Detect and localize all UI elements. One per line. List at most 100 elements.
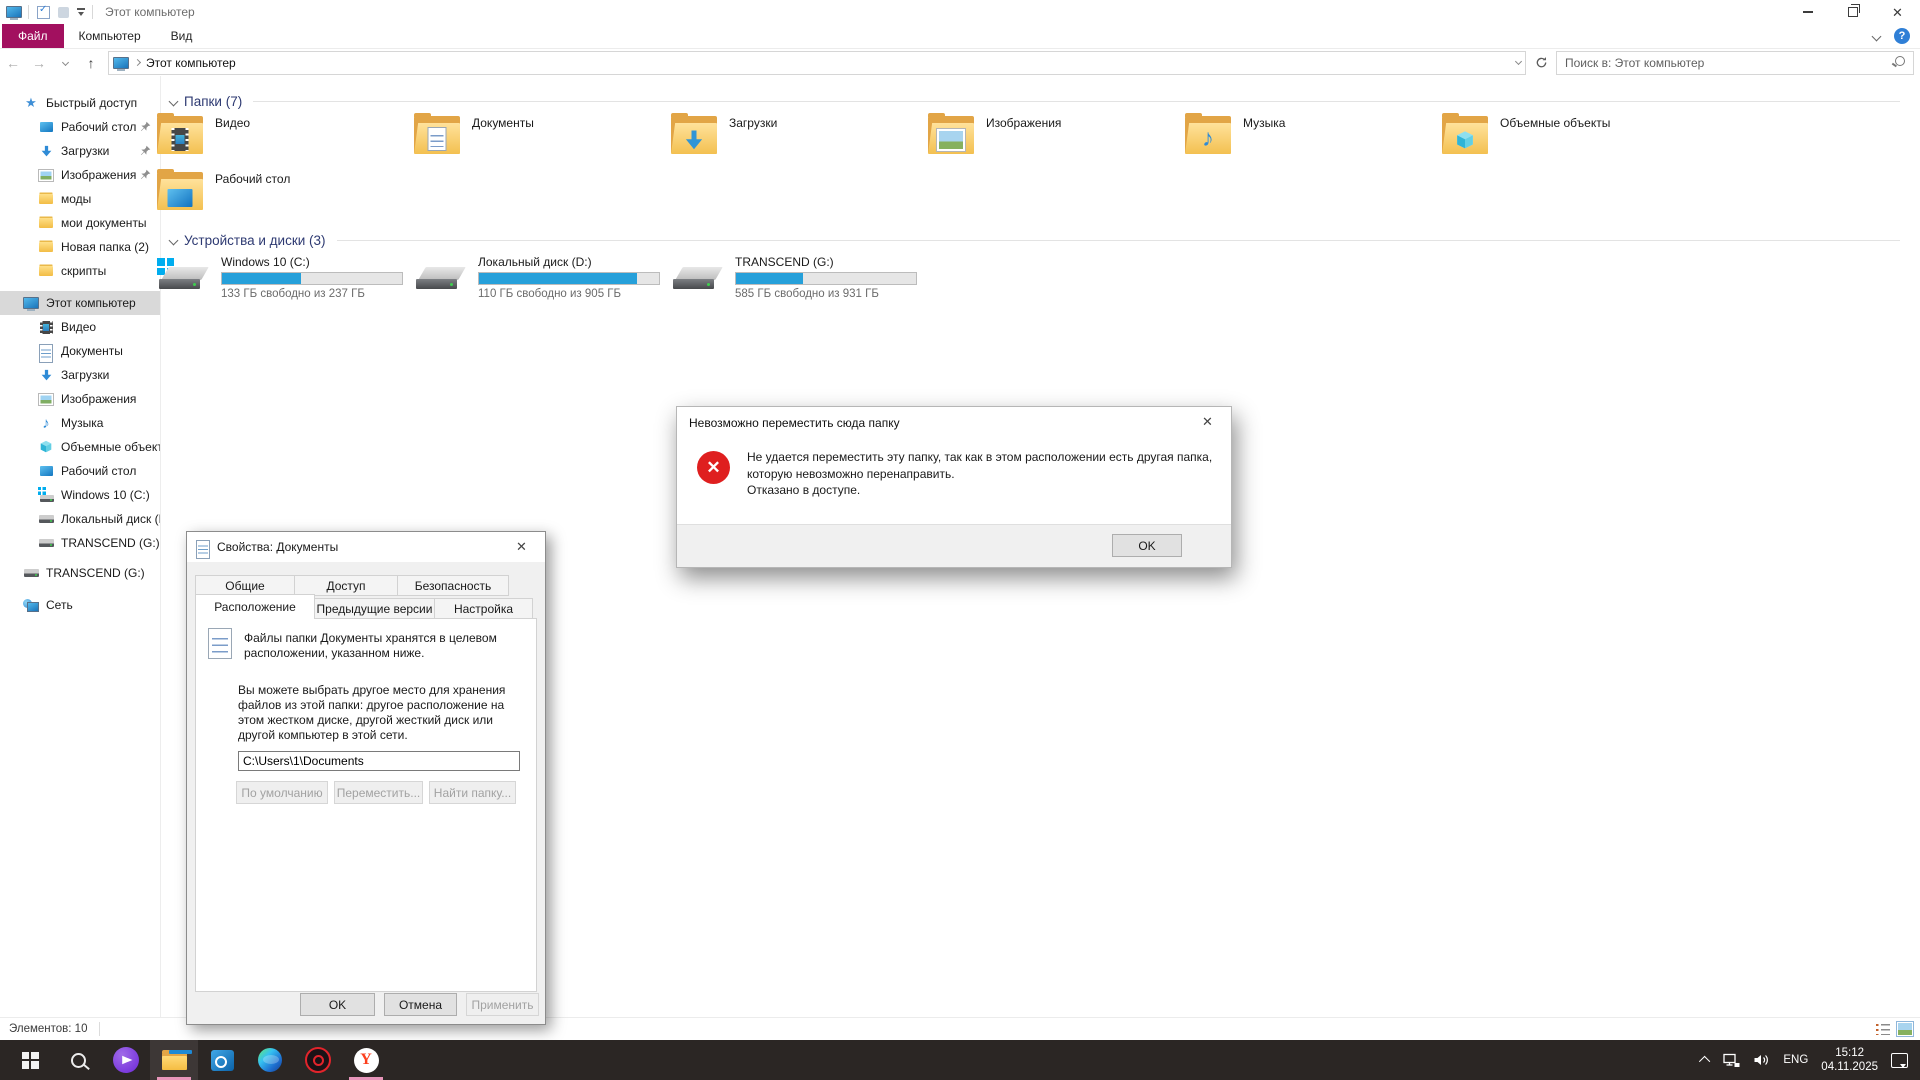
thumbnails-view-button[interactable] — [1896, 1020, 1914, 1038]
language-indicator[interactable]: ENG — [1783, 1054, 1808, 1066]
tab-customize[interactable]: Настройка — [434, 598, 533, 619]
refresh-button[interactable] — [1529, 52, 1553, 74]
sidebar-item-drive-d[interactable]: Локальный диск (D:) — [0, 507, 160, 531]
cancel-button[interactable]: Отмена — [384, 993, 457, 1016]
back-button[interactable]: ← — [0, 52, 26, 74]
show-hidden-icons-chevron[interactable] — [1699, 1056, 1710, 1067]
address-dropdown-icon[interactable] — [1515, 57, 1522, 64]
sidebar-item-my-documents[interactable]: мои документы — [0, 211, 160, 235]
sidebar-item-quick-access[interactable]: Быстрый доступ — [0, 91, 160, 115]
ribbon-tab-computer[interactable]: Компьютер — [64, 24, 156, 48]
drive-name: TRANSCEND (G:) — [735, 255, 917, 269]
minimize-button[interactable] — [1785, 0, 1830, 24]
drive-tile-d[interactable]: Локальный диск (D:) 110 ГБ свободно из 9… — [414, 254, 664, 306]
folder-tile-downloads[interactable]: Загрузки — [671, 112, 921, 164]
sidebar-item-desktop[interactable]: Рабочий стол — [0, 459, 160, 483]
sidebar-item-pictures[interactable]: Изображения — [0, 387, 160, 411]
customize-toolbar-caret-icon[interactable] — [77, 7, 86, 17]
taskbar-yandex-button[interactable]: Y — [342, 1040, 390, 1080]
sidebar-item-transcend[interactable]: TRANSCEND (G:) — [0, 561, 160, 585]
location-path-input[interactable] — [238, 751, 520, 771]
sidebar-item-scripts[interactable]: скрипты — [0, 259, 160, 283]
taskbar-alice-button[interactable] — [102, 1040, 150, 1080]
ribbon-tab-view[interactable]: Вид — [156, 24, 208, 48]
drive-tile-c[interactable]: Windows 10 (C:) 133 ГБ свободно из 237 Г… — [157, 254, 407, 306]
sidebar-item-documents[interactable]: Документы — [0, 339, 160, 363]
sidebar-item-downloads[interactable]: Загрузки — [0, 363, 160, 387]
forward-button[interactable]: → — [26, 52, 52, 74]
drive-free-space: 110 ГБ свободно из 905 ГБ — [478, 288, 660, 300]
move-button[interactable]: Переместить... — [334, 781, 423, 804]
restore-default-button[interactable]: По умолчанию — [236, 781, 328, 804]
find-target-button[interactable]: Найти папку... — [429, 781, 516, 804]
folders-group-header[interactable]: Папки (7) — [170, 92, 1900, 110]
details-view-button[interactable] — [1874, 1020, 1892, 1038]
taskbar-red-app-button[interactable] — [294, 1040, 342, 1080]
ok-button[interactable]: OK — [1112, 534, 1182, 557]
sidebar-item-drive-c[interactable]: Windows 10 (C:) — [0, 483, 160, 507]
sidebar-item-network[interactable]: Сеть — [0, 593, 160, 617]
taskbar-outlook-button[interactable] — [198, 1040, 246, 1080]
taskbar-explorer-button[interactable] — [150, 1040, 198, 1080]
tab-security[interactable]: Безопасность — [397, 575, 509, 596]
tab-previous-versions[interactable]: Предыдущие версии — [314, 598, 435, 619]
folder-tile-videos[interactable]: Видео — [157, 112, 407, 164]
expand-ribbon-icon[interactable] — [1872, 31, 1882, 41]
sidebar-item-this-pc[interactable]: Этот компьютер — [0, 291, 160, 315]
properties-qat-icon[interactable] — [37, 6, 50, 19]
ribbon-tab-file[interactable]: Файл — [2, 24, 64, 48]
collapse-group-icon[interactable] — [169, 96, 179, 106]
sidebar-item-videos[interactable]: Видео — [0, 315, 160, 339]
tab-general[interactable]: Общие — [195, 575, 295, 596]
network-icon[interactable] — [1723, 1053, 1740, 1068]
drive-tile-g[interactable]: TRANSCEND (G:) 585 ГБ свободно из 931 ГБ — [671, 254, 921, 306]
folder-tile-documents[interactable]: Документы — [414, 112, 664, 164]
sidebar-item-music[interactable]: Музыка — [0, 411, 160, 435]
up-button[interactable]: ↑ — [78, 52, 104, 74]
file-explorer-icon — [162, 1050, 187, 1070]
drive-free-space: 133 ГБ свободно из 237 ГБ — [221, 288, 403, 300]
collapse-group-icon[interactable] — [169, 235, 179, 245]
apply-button[interactable]: Применить — [466, 993, 539, 1016]
sidebar-item-desktop-pinned[interactable]: Рабочий стол — [0, 115, 160, 139]
desktop: Этот компьютер ✕ Файл Компьютер Вид ? ← … — [0, 0, 1920, 1080]
address-bar[interactable]: Этот компьютер — [108, 51, 1526, 75]
sidebar-item-mods[interactable]: моды — [0, 187, 160, 211]
close-button[interactable]: ✕ — [499, 533, 544, 561]
folder-icon — [38, 191, 54, 207]
details-view-icon — [1876, 1023, 1890, 1035]
properties-dialog-title: Свойства: Документы — [217, 540, 338, 554]
volume-icon[interactable] — [1753, 1053, 1770, 1067]
close-button[interactable]: ✕ — [1185, 408, 1230, 436]
search-input[interactable]: Поиск в: Этот компьютер — [1556, 51, 1914, 75]
close-button[interactable]: ✕ — [1875, 0, 1920, 24]
folder-tile-music[interactable]: ♪ Музыка — [1185, 112, 1435, 164]
start-button[interactable] — [6, 1040, 54, 1080]
sidebar-item-downloads-pinned[interactable]: Загрузки — [0, 139, 160, 163]
recent-locations-button[interactable] — [52, 52, 78, 74]
clock[interactable]: 15:12 04.11.2025 — [1821, 1046, 1878, 1074]
sidebar-item-pictures-pinned[interactable]: Изображения — [0, 163, 160, 187]
sidebar-item-3d-objects[interactable]: Объемные объекты — [0, 435, 160, 459]
action-center-icon[interactable] — [1891, 1053, 1908, 1068]
folder-tile-desktop[interactable]: Рабочий стол — [157, 168, 407, 220]
ok-button[interactable]: OK — [300, 993, 375, 1016]
new-folder-qat-icon[interactable] — [58, 7, 69, 18]
drives-group-header[interactable]: Устройства и диски (3) — [170, 231, 1900, 249]
sidebar-item-drive-g[interactable]: TRANSCEND (G:) — [0, 531, 160, 555]
location-tab-page: Файлы папки Документы хранятся в целевом… — [195, 618, 537, 992]
folder-tile-3d-objects[interactable]: Объемные объекты — [1442, 112, 1692, 164]
downloads-folder-icon — [671, 112, 717, 154]
tab-location[interactable]: Расположение — [195, 594, 315, 619]
music-icon — [38, 415, 54, 431]
taskbar-search-button[interactable] — [54, 1040, 102, 1080]
folder-tile-pictures[interactable]: Изображения — [928, 112, 1178, 164]
folder-icon — [38, 263, 54, 279]
sidebar-item-new-folder[interactable]: Новая папка (2) — [0, 235, 160, 259]
breadcrumb[interactable]: Этот компьютер — [146, 56, 236, 70]
taskbar-edge-button[interactable] — [246, 1040, 294, 1080]
music-folder-icon: ♪ — [1185, 112, 1231, 154]
tab-sharing[interactable]: Доступ — [294, 575, 398, 596]
restore-button[interactable] — [1830, 0, 1875, 24]
help-icon[interactable]: ? — [1894, 28, 1910, 44]
